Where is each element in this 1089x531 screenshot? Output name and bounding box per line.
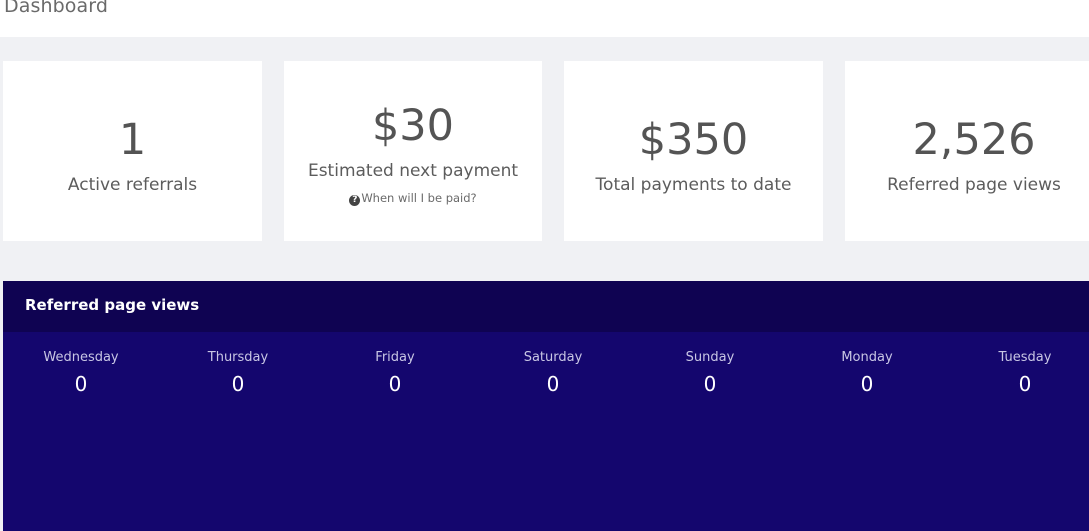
- stat-card-estimated-next-payment: $30 Estimated next payment ? When will I …: [284, 61, 542, 241]
- day-value: 0: [1018, 372, 1032, 396]
- day-name: Saturday: [523, 350, 583, 365]
- referred-page-views-panel: Referred page views Wednesday 0 Thursday…: [3, 281, 1089, 531]
- day-value: 0: [703, 372, 717, 396]
- day-stat-saturday: Saturday 0: [493, 351, 613, 394]
- question-circle-icon: ?: [349, 195, 361, 206]
- day-value: 0: [74, 372, 88, 396]
- help-link-text[interactable]: When will I be paid?: [361, 191, 476, 205]
- stat-value: 1: [118, 115, 147, 165]
- stat-label: Referred page views: [887, 175, 1061, 195]
- day-name: Tuesday: [998, 350, 1052, 365]
- day-stat-wednesday: Wednesday 0: [21, 351, 141, 394]
- stat-value: $30: [371, 101, 455, 151]
- day-name: Friday: [375, 350, 415, 365]
- page-title: Dashboard: [4, 0, 108, 17]
- day-name: Sunday: [685, 350, 735, 365]
- day-stat-tuesday: Tuesday 0: [965, 351, 1085, 394]
- stat-value: $350: [638, 115, 749, 165]
- stat-label: Estimated next payment: [307, 161, 519, 181]
- day-stat-monday: Monday 0: [807, 351, 927, 394]
- day-name: Thursday: [207, 350, 269, 365]
- stats-row: 1 Active referrals $30 Estimated next pa…: [0, 61, 1089, 241]
- payment-help-link[interactable]: ? When will I be paid?: [284, 191, 542, 206]
- day-name: Wednesday: [43, 350, 119, 365]
- stat-label: Active referrals: [67, 175, 198, 195]
- panel-title: Referred page views: [25, 296, 200, 314]
- stat-card-active-referrals: 1 Active referrals: [3, 61, 262, 241]
- stat-card-total-payments: $350 Total payments to date: [564, 61, 823, 241]
- stat-label: Total payments to date: [595, 175, 792, 195]
- day-stat-friday: Friday 0: [335, 351, 455, 394]
- day-stat-thursday: Thursday 0: [178, 351, 298, 394]
- day-value: 0: [388, 372, 402, 396]
- day-value: 0: [546, 372, 560, 396]
- panel-header: Referred page views: [3, 281, 1089, 332]
- stat-value: 2,526: [912, 115, 1036, 165]
- page-header: Dashboard: [0, 0, 1089, 37]
- day-name: Monday: [841, 350, 893, 365]
- day-value: 0: [860, 372, 874, 396]
- stat-card-referred-page-views: 2,526 Referred page views: [845, 61, 1089, 241]
- day-value: 0: [231, 372, 245, 396]
- day-stat-sunday: Sunday 0: [650, 351, 770, 394]
